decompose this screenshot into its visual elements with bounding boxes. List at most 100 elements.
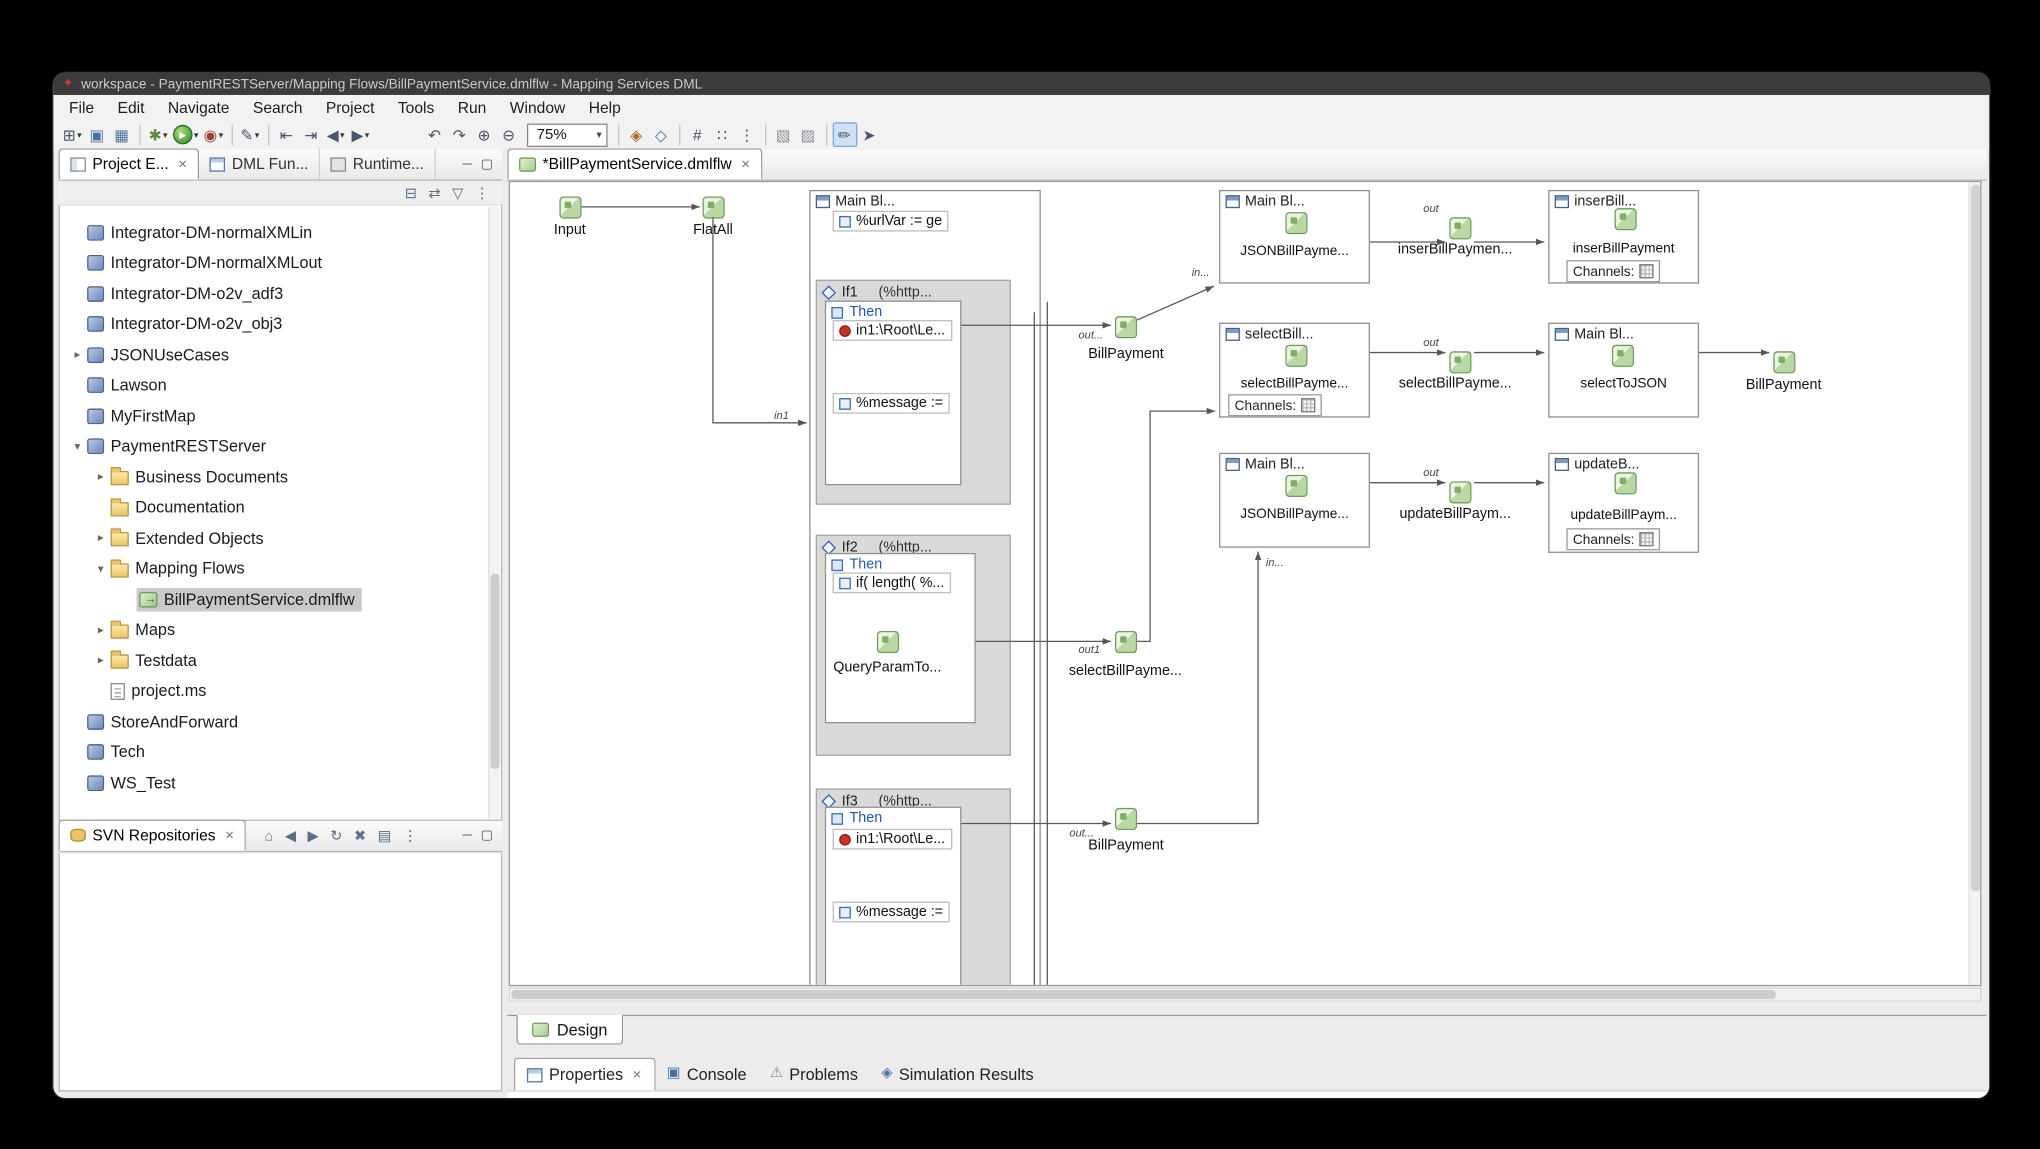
close-icon[interactable]: ✕ <box>741 157 751 171</box>
tree-item[interactable]: ▸Business Documents <box>60 462 501 493</box>
tree-item[interactable]: ▸Extended Objects <box>60 523 501 554</box>
canvas-horizontal-scrollbar[interactable] <box>509 987 1982 1001</box>
canvas-vertical-scrollbar[interactable] <box>1968 182 1980 985</box>
insertbill-adapter-block[interactable]: inserBill... inserBillPayment Channels: <box>1548 190 1699 284</box>
grid-button[interactable]: # <box>685 122 710 147</box>
expand-closed-icon[interactable]: ▸ <box>91 623 111 637</box>
if2-statement-1[interactable]: if( length( %... <box>833 572 951 593</box>
if3-statement-1[interactable]: in1:\Root\Le... <box>833 829 952 850</box>
align-button[interactable]: ∷ <box>710 122 735 147</box>
queryparam-map-node[interactable] <box>877 631 899 653</box>
forward-icon[interactable]: ▶ <box>308 827 319 844</box>
tree-item[interactable]: Integrator-DM-normalXMLout <box>60 248 501 279</box>
view-menu-icon[interactable]: ⋮ <box>403 827 417 844</box>
updatebill-adapter-block[interactable]: updateB... updateBillPaym... Channels: <box>1548 453 1699 553</box>
urlvar-statement[interactable]: %urlVar := ge <box>833 211 949 232</box>
selectbill-block[interactable]: selectBill... selectBillPayme... Channel… <box>1219 323 1370 418</box>
tree-item[interactable]: ▸Testdata <box>60 645 501 676</box>
menu-window[interactable]: Window <box>498 96 577 119</box>
tab-problems[interactable]: ⚠ Problems <box>758 1058 869 1091</box>
back-button[interactable]: ◀▾ <box>323 122 348 147</box>
tree-item[interactable]: ▸JSONUseCases <box>60 340 501 371</box>
outline-button[interactable]: ▨ <box>796 122 821 147</box>
tree-item[interactable]: MyFirstMap <box>60 401 501 432</box>
tree-item[interactable]: ▸Maps <box>60 615 501 646</box>
link-editor-icon[interactable]: ⇄ <box>428 184 440 201</box>
close-icon[interactable]: ✕ <box>632 1067 642 1081</box>
home-icon[interactable]: ⌂ <box>264 828 273 844</box>
close-icon[interactable]: ✕ <box>178 157 188 171</box>
tree-scrollbar[interactable] <box>488 207 500 818</box>
forward-button[interactable]: ▶▾ <box>348 122 373 147</box>
zoom-in-button[interactable]: ⊕ <box>472 122 497 147</box>
selectbillpayment-map-node-2[interactable] <box>1449 351 1471 373</box>
tab-properties[interactable]: Properties ✕ <box>514 1058 655 1091</box>
select-cursor-button[interactable]: ➤ <box>857 122 882 147</box>
collapse-all-icon[interactable]: ⊟ <box>405 184 417 201</box>
tree-item[interactable]: ▾Mapping Flows <box>60 554 501 585</box>
debug-button[interactable]: ✱▾ <box>146 122 171 147</box>
refresh-icon[interactable]: ↻ <box>330 827 342 844</box>
save-button[interactable]: ▣ <box>85 122 110 147</box>
tab-svn-repositories[interactable]: SVN Repositories ✕ <box>59 820 247 851</box>
billpayment-output-node[interactable] <box>1773 351 1795 373</box>
input-node[interactable] <box>559 196 581 218</box>
if3-statement-2[interactable]: %message := <box>833 902 950 923</box>
menu-run[interactable]: Run <box>446 96 498 119</box>
tab-billpaymentservice-editor[interactable]: *BillPaymentService.dmlflw ✕ <box>507 148 762 179</box>
menu-tools[interactable]: Tools <box>386 96 446 119</box>
tree-item[interactable]: WS_Test <box>60 768 501 799</box>
properties-view-content[interactable] <box>507 1092 1986 1100</box>
minimize-icon[interactable]: ─ <box>462 157 471 171</box>
menu-file[interactable]: File <box>57 96 106 119</box>
new-button[interactable]: ⊞▾ <box>60 122 85 147</box>
channels-field[interactable]: Channels: <box>1566 528 1660 550</box>
menu-navigate[interactable]: Navigate <box>156 96 241 119</box>
maximize-icon[interactable]: ▢ <box>481 829 493 843</box>
expand-closed-icon[interactable]: ▸ <box>91 653 111 667</box>
zoom-out-button[interactable]: ⊖ <box>496 122 521 147</box>
tree-item[interactable]: Integrator-DM-normalXMLin <box>60 217 501 248</box>
view-menu-icon[interactable]: ⋮ <box>475 184 489 201</box>
menu-project[interactable]: Project <box>314 96 386 119</box>
tree-item[interactable]: Integrator-DM-o2v_obj3 <box>60 309 501 340</box>
updatebillpayment-map-node[interactable] <box>1449 481 1471 503</box>
filter-icon[interactable]: ▽ <box>452 184 463 201</box>
expand-closed-icon[interactable]: ▸ <box>91 470 111 484</box>
overview-button[interactable]: ▧ <box>771 122 796 147</box>
tree-item[interactable]: Tech <box>60 737 501 768</box>
tree-item[interactable]: StoreAndForward <box>60 706 501 737</box>
back-icon[interactable]: ◀ <box>285 827 296 844</box>
flatall-node[interactable] <box>703 196 725 218</box>
guides-button[interactable]: ⋮ <box>734 122 759 147</box>
if1-statement-1[interactable]: in1:\Root\Le... <box>833 320 952 341</box>
scrollbar-thumb[interactable] <box>1971 185 1980 891</box>
tab-design[interactable]: Design <box>516 1015 623 1045</box>
next-annotation-button[interactable]: ⇥ <box>299 122 324 147</box>
new-repository-icon[interactable]: ▤ <box>378 827 392 844</box>
billpayment-map-node-2[interactable] <box>1115 808 1137 830</box>
highlight-button[interactable]: ✏ <box>832 122 857 147</box>
expand-open-icon[interactable]: ▾ <box>68 439 88 453</box>
main-block-insert[interactable]: Main Bl... JSONBillPayme... <box>1219 190 1370 284</box>
main-block-select-json[interactable]: Main Bl... selectToJSON <box>1548 323 1699 418</box>
channels-field[interactable]: Channels: <box>1566 260 1660 282</box>
profile-button[interactable]: ◉▾ <box>201 122 226 147</box>
close-icon[interactable]: ✕ <box>225 828 235 842</box>
tab-project-explorer[interactable]: Project E... ✕ <box>59 148 200 179</box>
title-bar[interactable]: ✦ workspace - PaymentRESTServer/Mapping … <box>53 73 1989 95</box>
insertbillpayment-map-node[interactable] <box>1449 217 1471 239</box>
tree-item[interactable]: project.ms <box>60 676 501 707</box>
menu-edit[interactable]: Edit <box>106 96 156 119</box>
tree-item[interactable]: ▾PaymentRESTServer <box>60 431 501 462</box>
scrollbar-thumb[interactable] <box>490 574 499 770</box>
previous-annotation-button[interactable]: ⇤ <box>274 122 299 147</box>
selectbillpayment-map-node[interactable] <box>1115 631 1137 653</box>
expand-closed-icon[interactable]: ▸ <box>91 531 111 545</box>
tab-simulation-results[interactable]: ◈ Simulation Results <box>870 1058 1046 1091</box>
undo-button[interactable]: ↶ <box>422 122 447 147</box>
if1-statement-2[interactable]: %message := <box>833 393 950 414</box>
run-button[interactable]: ▶▾ <box>170 122 201 147</box>
external-tools-button[interactable]: ✎▾ <box>237 122 262 147</box>
channels-field[interactable]: Channels: <box>1228 394 1322 416</box>
